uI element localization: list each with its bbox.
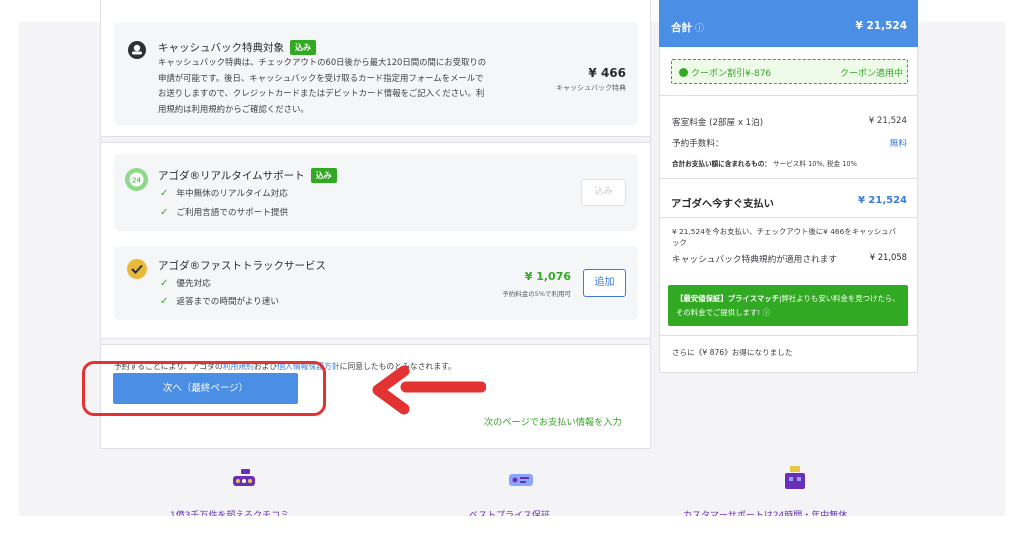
support-building-icon [785, 466, 805, 489]
desc-line: 申請が可能です。後日、キャッシュバックを受け取るカード指定用フォームをメールで [158, 72, 484, 83]
section-divider [101, 338, 650, 345]
highlight-box [82, 361, 326, 416]
cashback-description: キャッシュバック特典は、チェックアウトの60日後から最大120日間の間にお受取り… [158, 55, 558, 117]
feature-item: ✓ 年中無休のリアルタイム対応 [160, 188, 288, 199]
booking-fee-value: 無料 [889, 139, 907, 149]
check-icon: ✓ [160, 296, 169, 307]
savings-text: さらに《¥ 876》お得になりました [672, 348, 793, 357]
reviews-icon [233, 469, 255, 486]
total-value: ¥ 21,524 [855, 20, 907, 32]
included-badge: 込み [290, 40, 316, 55]
check-circle-icon [679, 68, 688, 77]
cashback-terms-value: ¥ 21,058 [869, 252, 907, 262]
cashback-title: キャッシュバック特典対象 込み [158, 40, 316, 55]
cashback-coin-icon [128, 41, 146, 59]
desc-line: 用規約は利用規約からご確認ください。 [158, 103, 309, 114]
check-icon: ✓ [160, 207, 169, 218]
divider [660, 178, 917, 179]
page: キャッシュバック特典対象 込み キャッシュバック特典は、チェックアウトの60日後か… [0, 0, 1024, 538]
included-button[interactable]: 込み [581, 179, 626, 206]
feature-item: ✓ ご利用言語でのサポート提供 [160, 207, 289, 218]
cashback-price: ¥ 466 [588, 66, 626, 80]
cashback-box: キャッシュバック特典対象 込み キャッシュバック特典は、チェックアウトの60日後か… [114, 22, 638, 125]
support-chat-icon: 24 [125, 168, 148, 191]
feature-item: ✓ 優先対応 [160, 278, 211, 289]
section-divider [101, 136, 650, 143]
shield-icon [127, 259, 147, 279]
divider [660, 335, 917, 336]
bottom-margin [0, 516, 1024, 538]
fast-track-price-note: 予約料金の5%で利用可 [502, 290, 571, 298]
info-icon[interactable]: ⓘ [763, 308, 770, 317]
room-charge-label: 客室料金 (2部屋 x 1泊) [672, 118, 764, 128]
realtime-support-title: アゴダ®リアルタイムサポート 込み [158, 168, 337, 183]
cashback-terms: キャッシュバック特典規約が適用されます [672, 255, 838, 265]
arrow-left-icon [372, 365, 486, 415]
coupon-status: クーポン適用中 [839, 69, 903, 79]
cashback-note: ¥ 21,524を今お支払い、チェックアウト後に¥ 466をキャッシュバック [672, 227, 897, 247]
price-match-text: 【最安値保証】プライスマッチ|弊社よりも安い料金を見つけたら、その料金でご提供し… [676, 294, 900, 317]
desc-line: お送りしますので、クレジットカードまたはデビットカード情報をご記入ください。利 [158, 88, 485, 98]
booking-fee-label: 予約手数料： [672, 139, 724, 149]
included-badge: 込み [310, 168, 337, 183]
pay-now-label: アゴダへ今すぐ支払い [671, 198, 774, 210]
divider [660, 217, 917, 218]
total-label: 合計 ⓘ [671, 22, 705, 34]
fast-track-box: アゴダ®ファストトラックサービス ✓ 優先対応 ✓ 返答までの時間がより速い [114, 246, 638, 320]
cashback-price-label: キャッシュバック特典 [556, 84, 626, 92]
payment-info-note: 次のページでお支払い情報を入力 [484, 417, 622, 428]
info-icon[interactable]: ⓘ [695, 24, 704, 34]
add-fast-track-button[interactable]: 追加 [583, 269, 626, 297]
realtime-support-box: 24 アゴダ®リアルタイムサポート 込み ✓ 年中無休のリアルタイム対応 ✓ ご利用言… [114, 154, 638, 231]
room-charge-value: ¥ 21,524 [868, 116, 907, 126]
check-icon: ✓ [160, 278, 169, 289]
check-icon: ✓ [160, 188, 169, 199]
feature-item: ✓ 返答までの時間がより速い [160, 296, 279, 307]
pay-now-value: ¥ 21,524 [857, 195, 907, 206]
svg-text:24: 24 [132, 177, 141, 185]
coupon-discount: クーポン割引¥-876 [679, 66, 771, 79]
fast-track-title: アゴダ®ファストトラックサービス [158, 260, 326, 272]
fast-track-price: ¥ 1,076 [524, 270, 571, 283]
divider [660, 95, 917, 96]
desc-line: キャッシュバック特典は、チェックアウトの60日後から最大120日間の間にお受取り… [158, 57, 487, 67]
taxes-included: 合計お支払い額に含まれるもの： サービス料 10%, 税金 10% [672, 160, 857, 168]
price-tag-icon [509, 474, 533, 486]
